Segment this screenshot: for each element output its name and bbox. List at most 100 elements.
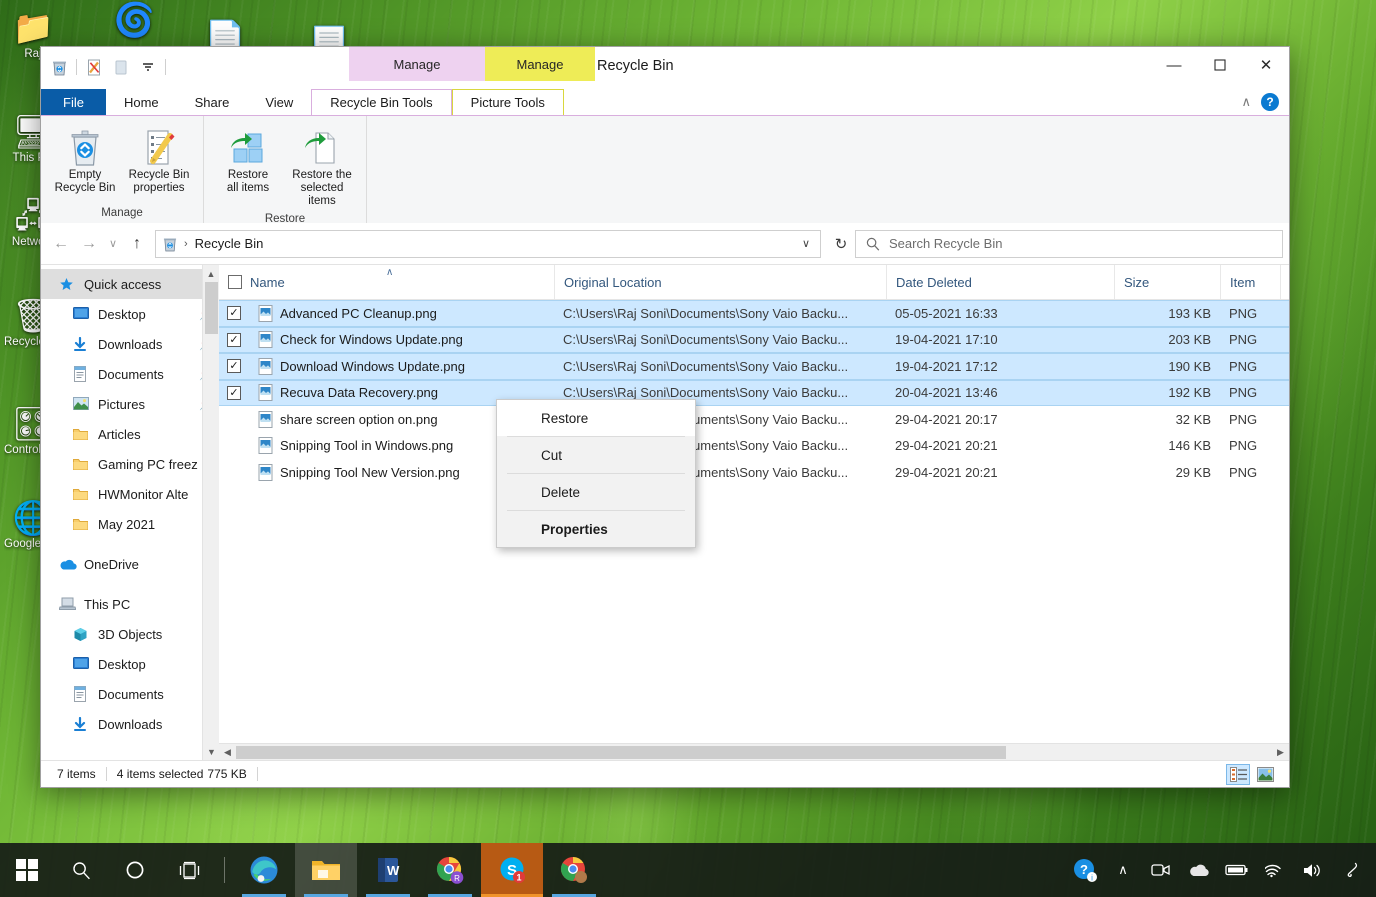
- sidebar-item-hwmonitor-alte[interactable]: HWMonitor Alte: [41, 479, 219, 509]
- back-button[interactable]: ←: [47, 230, 75, 258]
- search-taskbar-icon[interactable]: [54, 843, 108, 897]
- recycle-bin-properties-button[interactable]: Recycle Bin properties: [123, 122, 195, 200]
- status-divider-2: [256, 767, 258, 781]
- tab-recycle-bin-tools[interactable]: Recycle Bin Tools: [311, 89, 452, 115]
- empty-recycle-bin-button[interactable]: Empty Recycle Bin: [49, 122, 121, 200]
- tab-picture-tools[interactable]: Picture Tools: [451, 89, 564, 115]
- help-icon[interactable]: ?: [1261, 93, 1279, 111]
- tab-home[interactable]: Home: [106, 89, 177, 115]
- large-icons-view-button[interactable]: [1253, 764, 1277, 785]
- sidebar-item-3d-objects[interactable]: 3D Objects: [41, 619, 219, 649]
- row-checkbox[interactable]: ✓: [219, 306, 249, 321]
- sidebar-item-downloads[interactable]: Downloads📌: [41, 329, 219, 359]
- checkbox-checked[interactable]: ✓: [227, 332, 241, 347]
- column-date-deleted[interactable]: Date Deleted: [887, 265, 1115, 299]
- hscroll-track[interactable]: [236, 744, 1272, 761]
- hscroll-thumb[interactable]: [236, 745, 1006, 759]
- select-all-checkbox[interactable]: [228, 275, 242, 289]
- table-row[interactable]: ✓ Recuva Data Recovery.png C:\Users\Raj So…: [219, 379, 1289, 406]
- refresh-button[interactable]: ↻: [827, 230, 855, 258]
- navigation-scrollbar[interactable]: ▲ ▼: [202, 265, 219, 760]
- taskbar-skype[interactable]: S1: [481, 843, 543, 897]
- restore-all-items-button[interactable]: Restore all items: [212, 122, 284, 213]
- recent-locations-button[interactable]: ∨: [103, 230, 123, 258]
- nav-scroll-up-icon[interactable]: ▲: [203, 265, 219, 282]
- sidebar-item-pictures[interactable]: Pictures📌: [41, 389, 219, 419]
- task-view-icon[interactable]: [162, 843, 216, 897]
- sidebar-item-desktop-pc[interactable]: Desktop: [41, 649, 219, 679]
- details-view-button[interactable]: [1226, 763, 1250, 785]
- search-input[interactable]: Search Recycle Bin: [889, 236, 1002, 251]
- context-menu-restore[interactable]: Restore: [497, 400, 695, 436]
- row-checkbox[interactable]: ✓: [219, 332, 249, 347]
- taskbar-word[interactable]: W: [357, 843, 419, 897]
- checkbox-checked[interactable]: ✓: [227, 385, 241, 400]
- context-menu-properties[interactable]: Properties: [497, 511, 695, 547]
- sidebar-item-onedrive[interactable]: OneDrive: [41, 549, 219, 579]
- sidebar-item-may-2021[interactable]: May 2021: [41, 509, 219, 539]
- table-row[interactable]: ✓ Advanced PC Cleanup.png C:\Users\Raj Son…: [219, 300, 1289, 327]
- recycle-bin-icon[interactable]: [49, 57, 69, 77]
- taskbar-chrome-profile-r[interactable]: R: [419, 843, 481, 897]
- column-item-type[interactable]: Item: [1221, 265, 1281, 299]
- sidebar-item-quick-access[interactable]: Quick access: [41, 269, 219, 299]
- row-checkbox[interactable]: ✓: [219, 359, 249, 374]
- horizontal-scrollbar[interactable]: ◀ ▶: [219, 743, 1289, 760]
- taskbar-microsoft-edge[interactable]: [233, 843, 295, 897]
- search-box[interactable]: Search Recycle Bin: [855, 229, 1283, 258]
- hscroll-right-icon[interactable]: ▶: [1272, 744, 1289, 761]
- network-icon[interactable]: [1256, 843, 1294, 897]
- chevron-down-icon[interactable]: ∨: [796, 237, 816, 250]
- volume-icon[interactable]: [1294, 843, 1332, 897]
- customize-quick-access-toolbar-icon[interactable]: [138, 57, 158, 77]
- desktop-icon-microsoft-edge[interactable]: 🌀: [105, 0, 163, 40]
- table-row[interactable]: ✓ Check for Windows Update.png C:\Users\Ra…: [219, 326, 1289, 353]
- sidebar-item-articles[interactable]: Articles: [41, 419, 219, 449]
- column-size[interactable]: Size: [1115, 265, 1221, 299]
- checkbox-checked[interactable]: ✓: [227, 306, 241, 321]
- address-bar[interactable]: › Recycle Bin ∨: [155, 229, 821, 258]
- tab-file[interactable]: File: [41, 89, 106, 115]
- column-original-location[interactable]: Original Location: [555, 265, 887, 299]
- table-row[interactable]: ✓ Download Windows Update.png C:\Users\Raj…: [219, 353, 1289, 380]
- show-hidden-icons[interactable]: ∧: [1104, 843, 1142, 897]
- breadcrumb-recycle-bin[interactable]: Recycle Bin: [192, 236, 267, 251]
- sidebar-item-desktop[interactable]: Desktop📌: [41, 299, 219, 329]
- minimize-button[interactable]: —: [1151, 47, 1197, 83]
- sidebar-item-downloads-pc[interactable]: Downloads: [41, 709, 219, 739]
- new-folder-icon[interactable]: [111, 57, 131, 77]
- close-button[interactable]: ✕: [1243, 47, 1289, 83]
- sidebar-item-documents-pc[interactable]: Documents: [41, 679, 219, 709]
- row-checkbox[interactable]: ✓: [219, 385, 249, 400]
- meet-now-icon[interactable]: [1142, 843, 1180, 897]
- taskbar-chrome-profile-2[interactable]: [543, 843, 605, 897]
- table-row[interactable]: Snipping Tool in Windows.png C:\Users\Raj…: [219, 433, 1289, 460]
- onedrive-tray-icon[interactable]: [1180, 843, 1218, 897]
- restore-selected-items-button[interactable]: Restore the selected items: [286, 122, 358, 213]
- tab-view[interactable]: View: [247, 89, 311, 115]
- collapse-ribbon-icon[interactable]: ∧: [1241, 94, 1251, 110]
- table-row[interactable]: Snipping Tool New Version.png C:\Users\Ra…: [219, 459, 1289, 486]
- checkbox-checked[interactable]: ✓: [227, 359, 241, 374]
- forward-button[interactable]: →: [75, 230, 103, 258]
- sidebar-item-gaming-pc-freez[interactable]: Gaming PC freez: [41, 449, 219, 479]
- pen-icon[interactable]: [1332, 843, 1370, 897]
- hscroll-left-icon[interactable]: ◀: [219, 744, 236, 761]
- sidebar-item-this-pc[interactable]: This PC: [41, 589, 219, 619]
- table-row[interactable]: share screen option on.png C:\Users\Raj S…: [219, 406, 1289, 433]
- nav-scroll-down-icon[interactable]: ▼: [203, 743, 219, 760]
- sidebar-item-documents[interactable]: Documents📌: [41, 359, 219, 389]
- properties-icon[interactable]: [84, 57, 104, 77]
- battery-icon[interactable]: [1218, 843, 1256, 897]
- get-help-icon[interactable]: ? i: [1066, 843, 1104, 897]
- up-button[interactable]: ↑: [123, 230, 151, 258]
- tab-share[interactable]: Share: [177, 89, 248, 115]
- context-menu-cut[interactable]: Cut: [497, 437, 695, 473]
- maximize-button[interactable]: [1197, 47, 1243, 83]
- nav-scroll-thumb[interactable]: [205, 282, 218, 334]
- cortana-icon[interactable]: [108, 843, 162, 897]
- start-button[interactable]: [0, 843, 54, 897]
- taskbar-file-explorer[interactable]: [295, 843, 357, 897]
- context-menu-delete[interactable]: Delete: [497, 474, 695, 510]
- sidebar-item-label: Downloads: [98, 336, 163, 352]
